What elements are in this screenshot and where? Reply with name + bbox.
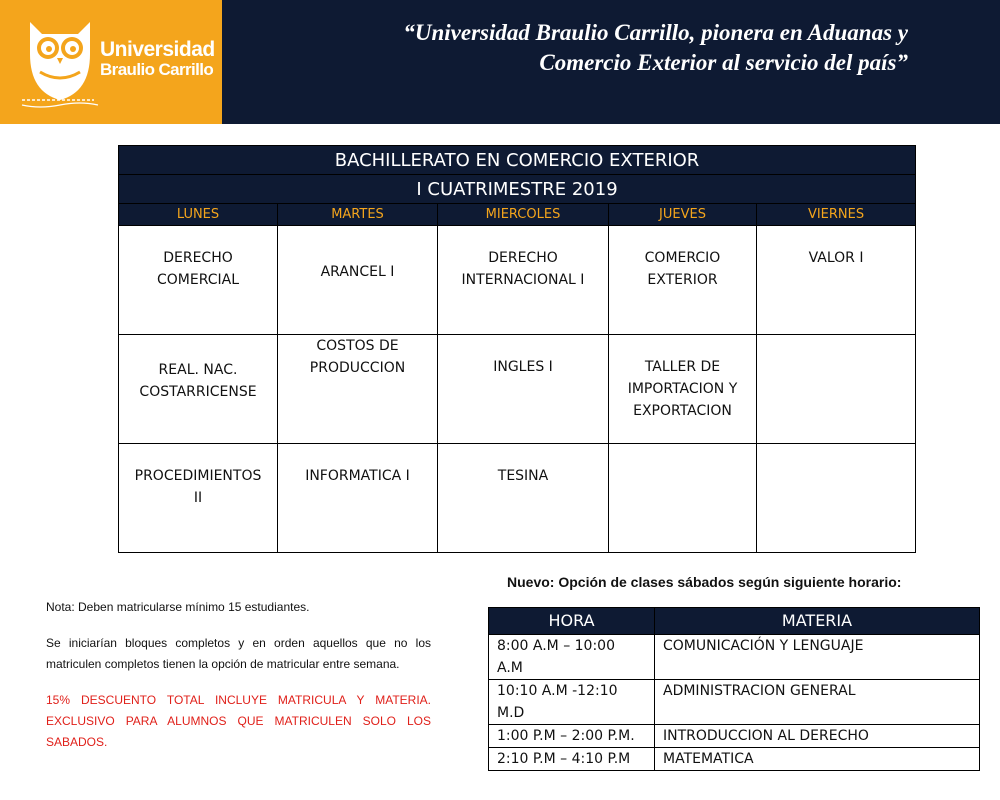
schedule-row: DERECHO COMERCIAL ARANCEL I DERECHO INTE… bbox=[118, 225, 917, 335]
course-line: EXPORTACION bbox=[633, 403, 732, 419]
materia-cell: COMUNICACIÓN Y LENGUAJE bbox=[654, 634, 980, 680]
owl-logo-icon bbox=[30, 22, 90, 100]
saturday-schedule-table: HORA MATERIA 8:00 A.M – 10:00 A.M COMUNI… bbox=[488, 607, 980, 771]
course-line: COSTARRICENSE bbox=[139, 384, 257, 400]
logo-wordmark: Universidad Braulio Carrillo bbox=[100, 38, 215, 80]
schedule-term: I CUATRIMESTRE 2019 bbox=[117, 174, 917, 204]
course-line: II bbox=[193, 490, 203, 506]
course-line: INTERNACIONAL I bbox=[461, 272, 585, 288]
course-line: COMERCIO bbox=[644, 250, 721, 266]
note-blocks: Se iniciarían bloques completos y en ord… bbox=[46, 636, 431, 671]
course-cell-empty bbox=[755, 443, 917, 553]
course-line: INFORMATICA I bbox=[305, 468, 410, 484]
course-line: PROCEDIMIENTOS bbox=[134, 468, 262, 484]
course-cell: DERECHO COMERCIAL bbox=[118, 225, 278, 335]
course-cell: TESINA bbox=[437, 443, 609, 553]
course-cell: ARANCEL I bbox=[277, 225, 438, 335]
saturday-row: 2:10 P.M – 4:10 P.M MATEMATICA bbox=[488, 747, 980, 771]
day-header-lunes: LUNES bbox=[118, 203, 278, 226]
logo-line-2: Braulio Carrillo bbox=[100, 60, 214, 79]
schedule-row: PROCEDIMIENTOS II INFORMATICA I TESINA bbox=[118, 443, 917, 553]
column-header-materia: MATERIA bbox=[654, 607, 980, 635]
day-header-jueves: JUEVES bbox=[608, 203, 757, 226]
day-header-viernes: VIERNES bbox=[755, 203, 917, 226]
course-line: EXTERIOR bbox=[647, 272, 718, 288]
course-line: VALOR I bbox=[808, 250, 864, 266]
materia-cell: ADMINISTRACION GENERAL bbox=[654, 679, 980, 725]
hora-line: 10:10 A.M -12:10 bbox=[497, 683, 618, 699]
course-line: COMERCIAL bbox=[156, 272, 240, 288]
course-cell-empty bbox=[608, 443, 757, 553]
schedule-row: REAL. NAC. COSTARRICENSE COSTOS DE PRODU… bbox=[118, 334, 917, 444]
course-line: IMPORTACION Y bbox=[627, 381, 738, 397]
hora-line: 2:10 P.M – 4:10 P.M bbox=[497, 751, 631, 767]
course-cell: COMERCIO EXTERIOR bbox=[608, 225, 757, 335]
materia-cell: MATEMATICA bbox=[654, 747, 980, 771]
column-header-hora: HORA bbox=[488, 607, 655, 635]
note-discount: 15% DESCUENTO TOTAL INCLUYE MATRICULA Y … bbox=[46, 693, 431, 749]
course-cell: PROCEDIMIENTOS II bbox=[118, 443, 278, 553]
hora-line: 8:00 A.M – 10:00 bbox=[497, 638, 615, 654]
course-cell: VALOR I bbox=[755, 225, 917, 335]
day-header-miercoles: MIERCOLES bbox=[437, 203, 609, 226]
course-cell: TALLER DE IMPORTACION Y EXPORTACION bbox=[608, 334, 757, 444]
course-line: COSTOS DE bbox=[316, 338, 399, 354]
course-line: PRODUCCION bbox=[309, 360, 406, 376]
hora-line: 1:00 P.M – 2:00 P.M. bbox=[497, 728, 635, 744]
course-line: DERECHO bbox=[488, 250, 558, 266]
hora-cell: 8:00 A.M – 10:00 A.M bbox=[488, 634, 655, 680]
course-line: INGLES I bbox=[493, 359, 553, 375]
course-cell: INGLES I bbox=[437, 334, 609, 444]
notes-section: Nota: Deben matricularse mínimo 15 estud… bbox=[46, 597, 431, 768]
note-minimum-students: Nota: Deben matricularse mínimo 15 estud… bbox=[46, 600, 310, 614]
logo-signature-lines bbox=[21, 99, 99, 108]
course-line: TALLER DE bbox=[644, 359, 721, 375]
course-cell: DERECHO INTERNACIONAL I bbox=[437, 225, 609, 335]
saturday-row: 1:00 P.M – 2:00 P.M. INTRODUCCION AL DER… bbox=[488, 724, 980, 748]
course-cell: INFORMATICA I bbox=[277, 443, 438, 553]
day-header-martes: MARTES bbox=[277, 203, 438, 226]
slogan-line-1: “Universidad Braulio Carrillo, pionera e… bbox=[403, 20, 908, 45]
course-line: DERECHO bbox=[163, 250, 233, 266]
saturday-heading: Nuevo: Opción de clases sábados según si… bbox=[507, 574, 902, 590]
course-cell: REAL. NAC. COSTARRICENSE bbox=[118, 334, 278, 444]
university-logo: Universidad Braulio Carrillo bbox=[0, 0, 222, 124]
course-line: ARANCEL I bbox=[320, 264, 395, 280]
schedule-title: BACHILLERATO EN COMERCIO EXTERIOR bbox=[117, 145, 917, 175]
course-cell: COSTOS DE PRODUCCION bbox=[277, 334, 438, 444]
saturday-row: 10:10 A.M -12:10 M.D ADMINISTRACION GENE… bbox=[488, 679, 980, 725]
hora-cell: 2:10 P.M – 4:10 P.M bbox=[488, 747, 655, 771]
hora-cell: 1:00 P.M – 2:00 P.M. bbox=[488, 724, 655, 748]
saturday-row: 8:00 A.M – 10:00 A.M COMUNICACIÓN Y LENG… bbox=[488, 634, 980, 680]
hora-cell: 10:10 A.M -12:10 M.D bbox=[488, 679, 655, 725]
logo-line-1: Universidad bbox=[100, 38, 215, 61]
hora-line: A.M bbox=[497, 660, 523, 676]
hora-line: M.D bbox=[497, 705, 525, 721]
course-line: REAL. NAC. bbox=[158, 362, 238, 378]
materia-cell: INTRODUCCION AL DERECHO bbox=[654, 724, 980, 748]
course-cell-empty bbox=[755, 334, 917, 444]
course-line: TESINA bbox=[497, 468, 549, 484]
weekly-schedule-table: BACHILLERATO EN COMERCIO EXTERIOR I CUAT… bbox=[117, 145, 917, 553]
slogan: “Universidad Braulio Carrillo, pionera e… bbox=[288, 18, 908, 78]
slogan-line-2: Comercio Exterior al servicio del país” bbox=[539, 50, 908, 75]
header-banner: Universidad Braulio Carrillo “Universida… bbox=[0, 0, 1000, 124]
